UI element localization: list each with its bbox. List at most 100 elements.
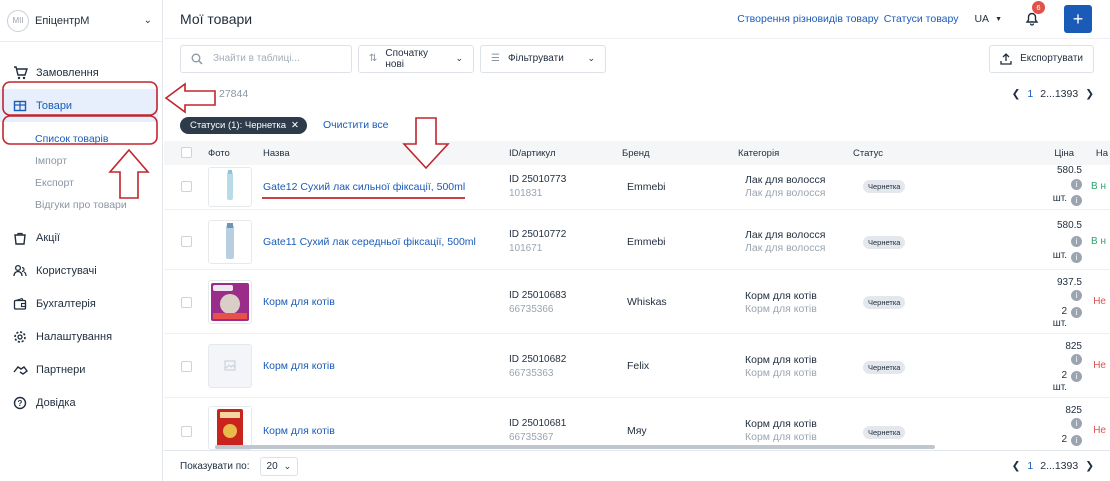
product-category-secondary: Корм для котів [745, 303, 817, 315]
sort-button[interactable]: ⇅ Спочатку нові ⌄ [358, 44, 474, 73]
add-product-button[interactable]: + [1064, 5, 1092, 33]
sidebar-subitem-reviews[interactable]: Відгуки про товари [0, 194, 162, 216]
chevron-down-icon: ⌄ [455, 53, 463, 63]
company-name: ЕпіцентрМ [35, 14, 90, 27]
page-links[interactable]: 2...1393 [1040, 460, 1078, 472]
sort-label: Спочатку нові [385, 47, 428, 70]
language-select[interactable]: UA ▼ [974, 13, 1002, 25]
current-page[interactable]: 1 [1027, 88, 1033, 100]
notifications-button[interactable]: 6 [1024, 1, 1045, 28]
info-icon[interactable]: i [1071, 179, 1082, 190]
sidebar-subitem-import[interactable]: Імпорт [0, 150, 162, 172]
table-row[interactable]: Корм для котів ID 25010681 66735367 Мяу … [164, 398, 1110, 450]
next-page-icon[interactable]: ❯ [1085, 88, 1094, 100]
horizontal-scrollbar[interactable] [215, 445, 935, 449]
row-checkbox[interactable] [181, 361, 192, 372]
product-unit: шт. [1052, 318, 1067, 329]
sidebar-item-help[interactable]: ? Довідка [0, 386, 162, 419]
product-brand: Мяу [627, 425, 647, 437]
product-price: 825 [1065, 341, 1082, 352]
product-category: Корм для котів [745, 418, 817, 430]
info-icon[interactable]: i [1071, 290, 1082, 301]
info-icon[interactable]: i [1071, 371, 1082, 382]
status-badge: Чернетка [863, 236, 906, 249]
table-row[interactable]: Gate11 Сухий лак середньої фіксації, 500… [164, 210, 1110, 270]
availability-status: Не [1093, 360, 1106, 371]
next-page-icon[interactable]: ❯ [1085, 460, 1094, 472]
sidebar-subitem-export[interactable]: Експорт [0, 172, 162, 194]
row-checkbox[interactable] [181, 426, 192, 437]
product-category: Корм для котів [745, 290, 817, 302]
info-icon[interactable]: i [1071, 435, 1082, 446]
page-size-select[interactable]: 20 ⌄ [259, 456, 299, 476]
col-category: Категорія [738, 147, 780, 159]
filter-button[interactable]: ☰ Фільтрувати ⌄ [480, 44, 606, 73]
results-count-row: 27844 ❮ 1 2...1393 ❯ [164, 80, 1110, 108]
product-article: 101671 [509, 243, 543, 254]
notification-badge: 6 [1032, 1, 1045, 14]
product-category: Лак для волосся [745, 229, 826, 241]
caret-down-icon: ▼ [995, 15, 1002, 23]
product-unit: шт. [1052, 382, 1067, 393]
product-brand: Whiskas [627, 296, 667, 308]
product-thumbnail [208, 280, 252, 324]
prev-page-icon[interactable]: ❮ [1012, 460, 1021, 472]
table-row[interactable]: Корм для котів ID 25010683 66735366 Whis… [164, 270, 1110, 334]
clear-filters-link[interactable]: Очистити все [323, 119, 389, 131]
status-filter-chip[interactable]: Статуси (1): Чернетка ✕ [180, 116, 307, 134]
page-links[interactable]: 2...1393 [1040, 88, 1078, 100]
sidebar-item-accounting[interactable]: Бухгалтерія [0, 287, 162, 320]
sidebar-item-label: Партнери [36, 363, 86, 376]
filter-label: Фільтрувати [507, 53, 564, 64]
sidebar-item-users[interactable]: Користувачі [0, 254, 162, 287]
sidebar-subitem-product-list[interactable]: Список товарів [0, 128, 162, 150]
table-row[interactable]: Gate12 Сухий лак сильної фіксації, 500ml… [164, 165, 1110, 210]
col-name: Назва [263, 147, 290, 159]
prev-page-icon[interactable]: ❮ [1012, 88, 1021, 100]
sidebar-item-label: Бухгалтерія [36, 297, 96, 310]
product-name-link[interactable]: Gate11 Сухий лак середньої фіксації, 500… [263, 236, 476, 248]
product-statuses-link[interactable]: Статуси товару [884, 13, 959, 25]
product-id: ID 25010682 [509, 354, 567, 365]
sidebar-item-products[interactable]: Товари [0, 89, 158, 122]
row-checkbox[interactable] [181, 236, 192, 247]
page-size-value: 20 [266, 460, 278, 472]
product-thumbnail [208, 167, 252, 207]
sidebar-item-partners[interactable]: Партнери [0, 353, 162, 386]
product-name-link[interactable]: Gate12 Сухий лак сильної фіксації, 500ml [263, 181, 465, 193]
row-checkbox[interactable] [181, 297, 192, 308]
product-name-link[interactable]: Корм для котів [263, 296, 335, 308]
product-thumbnail [208, 406, 252, 450]
info-icon[interactable]: i [1071, 252, 1082, 263]
search-icon [191, 53, 203, 64]
chip-label: Статуси (1): Чернетка [190, 119, 286, 131]
current-page[interactable]: 1 [1027, 460, 1033, 472]
info-icon[interactable]: i [1071, 418, 1082, 429]
sidebar-item-settings[interactable]: Налаштування [0, 320, 162, 353]
sidebar-item-promotions[interactable]: Акції [0, 221, 162, 254]
create-variants-link[interactable]: Створення різновидів товару [737, 13, 878, 25]
gear-icon [12, 329, 28, 345]
search-placeholder: Знайти в таблиці... [213, 53, 300, 64]
search-input[interactable]: Знайти в таблиці... [180, 44, 352, 73]
product-name-link[interactable]: Корм для котів [263, 425, 335, 437]
col-price: Ціна [1054, 147, 1074, 159]
table-row[interactable]: Корм для котів ID 25010682 66735363 Feli… [164, 334, 1110, 398]
product-name-link[interactable]: Корм для котів [263, 360, 335, 372]
info-icon[interactable]: i [1071, 354, 1082, 365]
row-checkbox[interactable] [181, 181, 192, 192]
close-icon[interactable]: ✕ [291, 120, 299, 131]
sidebar-nav: Замовлення Товари Список товарів Імпорт … [0, 42, 162, 419]
product-unit: шт. [1052, 250, 1067, 261]
users-icon [12, 263, 28, 279]
info-icon[interactable]: i [1071, 195, 1082, 206]
product-id: ID 25010683 [509, 290, 567, 301]
sidebar-item-orders[interactable]: Замовлення [0, 56, 162, 89]
select-all-checkbox[interactable] [181, 147, 192, 158]
info-icon[interactable]: i [1071, 307, 1082, 318]
product-thumbnail-placeholder [208, 344, 252, 388]
export-button[interactable]: Експортувати [989, 44, 1094, 73]
availability-status: Не [1093, 296, 1106, 307]
company-switcher[interactable]: МІІ ЕпіцентрМ ⌄ [0, 0, 162, 42]
info-icon[interactable]: i [1071, 236, 1082, 247]
